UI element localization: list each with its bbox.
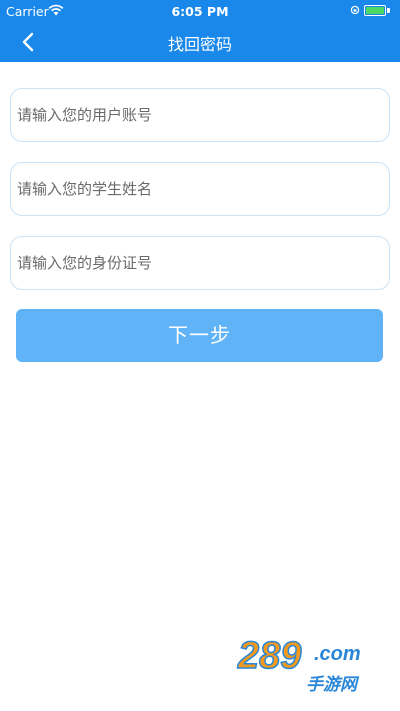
- student-name-field[interactable]: [10, 162, 390, 216]
- watermark-brand: 289: [237, 635, 301, 677]
- header: Carrier 6:05 PM 找回密码: [0, 0, 400, 62]
- chevron-left-icon[interactable]: [18, 31, 40, 53]
- account-field[interactable]: [10, 88, 390, 142]
- id-number-field[interactable]: [10, 236, 390, 290]
- account-input[interactable]: [11, 89, 389, 141]
- page-title: 找回密码: [167, 35, 232, 54]
- next-button[interactable]: 下一步: [16, 309, 383, 362]
- navigation-bar: 找回密码: [0, 22, 400, 62]
- battery-icon: [364, 5, 386, 16]
- student-name-input[interactable]: [11, 163, 389, 215]
- status-time: 6:05 PM: [171, 4, 229, 19]
- battery-tip-icon: [387, 8, 390, 13]
- id-number-input[interactable]: [11, 237, 389, 289]
- status-bar: Carrier 6:05 PM: [0, 0, 400, 22]
- orientation-lock-icon: [350, 5, 360, 15]
- watermark-logo: 289 .com 手游网: [236, 634, 361, 695]
- watermark-subtitle: 手游网: [306, 675, 360, 695]
- watermark-suffix: .com: [314, 643, 361, 665]
